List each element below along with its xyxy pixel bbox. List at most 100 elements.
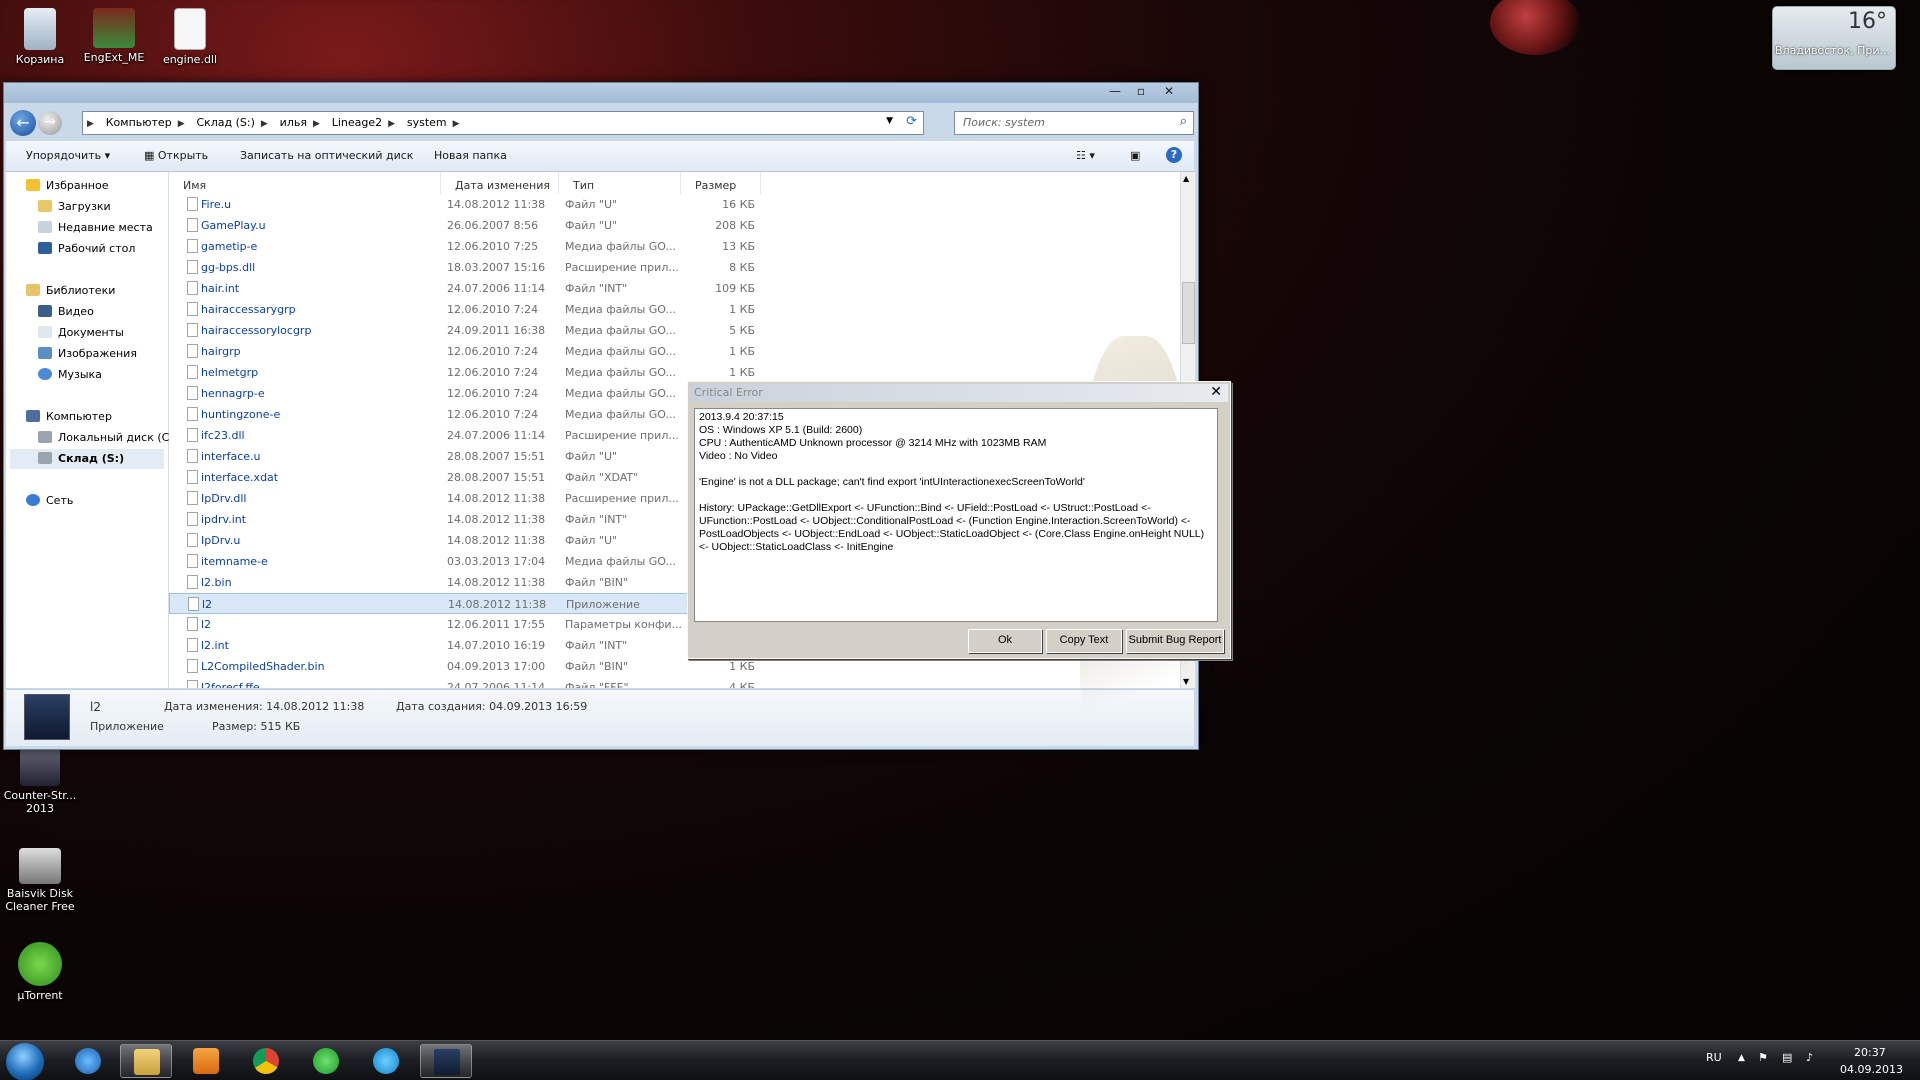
- help-icon[interactable]: ?: [1166, 147, 1182, 163]
- folder-icon: [134, 1049, 160, 1075]
- desktop-icon-engine-dll[interactable]: engine.dll: [150, 8, 230, 66]
- taskbar-explorer[interactable]: [120, 1044, 172, 1078]
- taskbar-chrome[interactable]: [240, 1044, 292, 1078]
- nav-favorites[interactable]: Избранное: [26, 179, 108, 192]
- nav-video[interactable]: Видео: [38, 305, 94, 318]
- error-line-blank: [699, 489, 1213, 502]
- nav-computer[interactable]: Компьютер: [26, 410, 112, 423]
- nav-storage-selected[interactable]: Склад (S:): [10, 449, 164, 469]
- start-button[interactable]: [6, 1043, 44, 1080]
- file-name: interface.xdat: [201, 471, 279, 484]
- nav-local-disk[interactable]: Локальный диск (C: [38, 431, 169, 444]
- taskbar-ie[interactable]: [62, 1044, 114, 1078]
- chevron-right-icon[interactable]: ▶: [178, 119, 185, 129]
- copy-text-button[interactable]: Copy Text: [1046, 629, 1122, 653]
- language-indicator[interactable]: RU: [1706, 1051, 1722, 1064]
- error-message-box[interactable]: 2013.9.4 20:37:15 OS : Windows XP 5.1 (B…: [694, 408, 1218, 622]
- column-header-date[interactable]: Дата изменения: [441, 172, 559, 194]
- clock-time[interactable]: 20:37: [1854, 1046, 1886, 1059]
- file-row[interactable]: Fire.u 14.08.2012 11:38 Файл "U" 16 КБ: [169, 194, 1169, 215]
- file-row[interactable]: l2forecf.ffe 24.07.2006 11:14 Файл "FFE" 4 …: [169, 677, 1169, 688]
- preview-pane-icon[interactable]: ▣: [1130, 149, 1140, 162]
- search-icon[interactable]: ⌕: [1180, 114, 1187, 129]
- dll-file-icon: [174, 8, 206, 50]
- file-type: Расширение прил...: [565, 492, 679, 505]
- breadcrumb-computer[interactable]: Компьютер: [106, 112, 172, 133]
- search-input[interactable]: Поиск: system ⌕: [954, 111, 1194, 135]
- taskbar-media-player[interactable]: [180, 1044, 232, 1078]
- forward-arrow-icon[interactable]: →: [38, 111, 62, 135]
- volume-icon[interactable]: ♪: [1806, 1051, 1813, 1064]
- column-header-name[interactable]: Имя: [169, 172, 441, 194]
- chevron-right-icon[interactable]: ▶: [388, 119, 395, 129]
- back-arrow-icon[interactable]: ←: [10, 110, 36, 136]
- action-center-flag-icon[interactable]: ⚑: [1758, 1051, 1768, 1064]
- dropdown-arrow-icon[interactable]: ▼: [886, 116, 893, 126]
- desktop-icon-utorrent[interactable]: µTorrent: [0, 942, 80, 1002]
- desktop-icon-label: Корзина: [15, 53, 65, 66]
- nav-recent[interactable]: Недавние места: [38, 221, 153, 234]
- file-row[interactable]: hair.int 24.07.2006 11:14 Файл "INT" 109 КБ: [169, 278, 1169, 299]
- file-icon: [187, 638, 198, 652]
- file-row[interactable]: gametip-e 12.06.2010 7:25 Медиа файлы GO..…: [169, 236, 1169, 257]
- chevron-right-icon[interactable]: ▶: [313, 119, 320, 129]
- refresh-icon[interactable]: ⟳: [906, 114, 917, 129]
- file-row[interactable]: gg-bps.dll 18.03.2007 15:16 Расширение при…: [169, 257, 1169, 278]
- ok-button[interactable]: Ok: [968, 629, 1042, 653]
- network-icon[interactable]: ▤: [1782, 1051, 1792, 1064]
- close-icon[interactable]: ✕: [1156, 84, 1182, 100]
- new-folder-button[interactable]: Новая папка: [434, 149, 507, 162]
- file-date: 12.06.2011 17:55: [447, 618, 546, 631]
- burn-button[interactable]: Записать на оптический диск: [240, 149, 413, 162]
- nav-downloads[interactable]: Загрузки: [38, 200, 111, 213]
- engext-icon: [93, 8, 135, 48]
- organize-button[interactable]: Упорядочить ▾: [26, 149, 110, 162]
- nav-images[interactable]: Изображения: [38, 347, 137, 360]
- file-row[interactable]: helmetgrp 12.06.2010 7:24 Медиа файлы GO..…: [169, 362, 1169, 383]
- chevron-right-icon[interactable]: ▶: [453, 119, 460, 129]
- taskbar-mail-agent[interactable]: [300, 1044, 352, 1078]
- taskbar-lineage2[interactable]: [420, 1044, 472, 1078]
- chevron-right-icon[interactable]: ▶: [261, 119, 268, 129]
- nav-documents[interactable]: Документы: [38, 326, 124, 339]
- breadcrumb-user[interactable]: илья: [280, 112, 307, 133]
- file-type: Файл "U": [565, 219, 618, 232]
- clock-date[interactable]: 04.09.2013: [1840, 1063, 1903, 1076]
- desktop-icon-counter-strike[interactable]: Counter-Str... 2013: [0, 748, 80, 815]
- nav-libraries[interactable]: Библиотеки: [26, 284, 115, 297]
- view-options-icon[interactable]: ☷ ▾: [1076, 149, 1095, 162]
- file-type: Файл "XDAT": [565, 471, 639, 484]
- desktop-icon-recycle-bin[interactable]: Корзина: [0, 8, 80, 66]
- media-player-icon: [193, 1048, 219, 1074]
- address-bar[interactable]: ▶ Компьютер ▶ Склад (S:) ▶ илья ▶ Lineage2 ▶…: [82, 111, 924, 135]
- taskbar: RU ▲ ⚑ ▤ ♪ 20:37 04.09.2013: [0, 1040, 1920, 1080]
- weather-gadget[interactable]: 16° Владивосток, При...: [1772, 6, 1896, 70]
- file-row[interactable]: L2CompiledShader.bin 04.09.2013 17:00 Файл…: [169, 656, 1169, 677]
- file-row[interactable]: hairgrp 12.06.2010 7:24 Медиа файлы GO... 1…: [169, 341, 1169, 362]
- breadcrumb-drive[interactable]: Склад (S:): [196, 112, 254, 133]
- column-header-size[interactable]: Размер: [681, 172, 761, 194]
- nav-desktop[interactable]: Рабочий стол: [38, 242, 135, 255]
- breadcrumb-system[interactable]: system: [407, 112, 447, 133]
- close-icon[interactable]: ✕: [1210, 384, 1222, 400]
- nav-music[interactable]: Музыка: [38, 368, 102, 381]
- disk-cleaner-icon: [19, 848, 61, 884]
- taskbar-skype[interactable]: [360, 1044, 412, 1078]
- dialog-titlebar[interactable]: Critical Error ✕: [690, 384, 1228, 402]
- scroll-up-icon[interactable]: ▲: [1183, 174, 1189, 183]
- nav-network[interactable]: Сеть: [26, 494, 73, 507]
- maximize-icon[interactable]: ▫: [1128, 84, 1154, 100]
- file-row[interactable]: hairaccessorylocgrp 24.09.2011 16:38 Медиа…: [169, 320, 1169, 341]
- show-hidden-icons[interactable]: ▲: [1738, 1053, 1745, 1063]
- submit-bug-report-button[interactable]: Submit Bug Report: [1126, 629, 1224, 653]
- window-titlebar[interactable]: — ▫ ✕: [4, 83, 1198, 103]
- file-row[interactable]: GamePlay.u 26.06.2007 8:56 Файл "U" 208 КБ: [169, 215, 1169, 236]
- scroll-thumb[interactable]: [1182, 282, 1195, 344]
- open-button[interactable]: ▦ Открыть: [144, 149, 208, 162]
- breadcrumb-lineage2[interactable]: Lineage2: [332, 112, 382, 133]
- file-row[interactable]: hairaccessarygrp 12.06.2010 7:24 Медиа фай…: [169, 299, 1169, 320]
- desktop-icon-disk-cleaner[interactable]: Baisvik Disk Cleaner Free: [0, 848, 80, 913]
- minimize-icon[interactable]: —: [1102, 84, 1128, 100]
- desktop-icon-engext[interactable]: EngExt_ME: [74, 8, 154, 64]
- column-header-type[interactable]: Тип: [559, 172, 681, 194]
